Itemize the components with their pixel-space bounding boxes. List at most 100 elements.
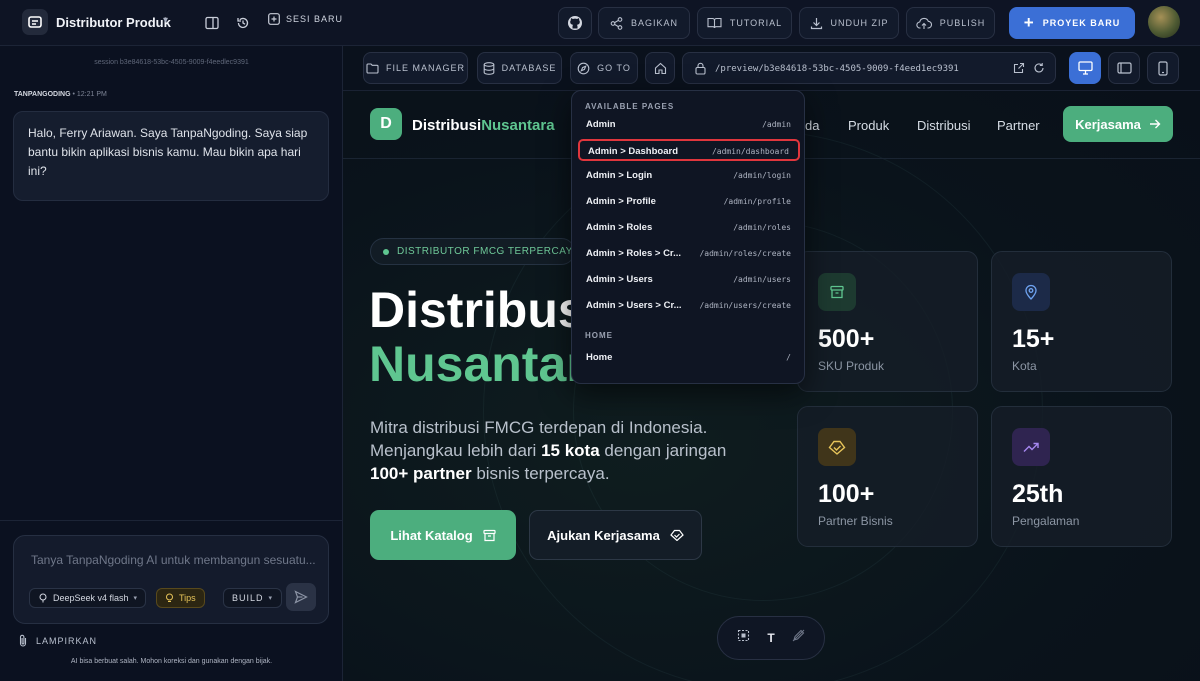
page-option[interactable]: Admin/admin [578, 114, 800, 136]
page-option-path: /admin/users [733, 275, 791, 284]
view-catalog-label: Lihat Katalog [390, 527, 473, 543]
stat-label: Partner Bisnis [818, 514, 893, 528]
folder-icon [366, 62, 379, 74]
pen-tool-icon[interactable] [792, 629, 805, 647]
publish-label: PUBLISH [939, 18, 986, 28]
apply-partnership-button[interactable]: Ajukan Kerjasama [529, 510, 702, 560]
goto-button[interactable]: GO TO [570, 52, 638, 84]
share-label: BAGIKAN [630, 18, 678, 28]
monitor-icon [1077, 61, 1093, 75]
message-author: TANPANGODING • 12:21 PM [14, 91, 107, 98]
disclaimer: AI bisa berbuat salah. Mohon koreksi dan… [70, 658, 273, 665]
select-element-icon[interactable] [737, 629, 750, 647]
nav-link-produk[interactable]: Produk [848, 118, 889, 133]
tablet-icon [1116, 62, 1132, 74]
mode-label: BUILD [232, 593, 264, 603]
page-option-home[interactable]: Home / [578, 347, 800, 369]
project-title[interactable]: Distributor Produk [56, 15, 171, 30]
page-option-selected[interactable]: Admin > Dashboard/admin/dashboard [578, 139, 800, 161]
home-icon [654, 62, 666, 74]
site-logo[interactable]: D [370, 108, 402, 140]
tips-button[interactable]: Tips [156, 588, 205, 608]
page-option-name: Admin > Roles > Cr... [586, 248, 682, 259]
page-option[interactable]: Admin > Profile/admin/profile [578, 191, 800, 213]
divider [0, 520, 343, 521]
mode-select[interactable]: BUILD ▾ [223, 588, 283, 608]
file-manager-label: FILE MANAGER [385, 63, 465, 73]
page-option[interactable]: Admin > Login/admin/login [578, 165, 800, 187]
chat-panel: session b3e84618-53bc-4505-9009-f4eedlec… [0, 46, 343, 681]
file-manager-button[interactable]: FILE MANAGER [363, 52, 468, 84]
home-button[interactable] [645, 52, 675, 84]
paperclip-icon [19, 634, 27, 647]
url-text: /preview/b3e84618-53bc-4505-9009-f4eed1e… [715, 64, 959, 74]
stat-value: 25th [1012, 480, 1064, 508]
compass-icon [577, 62, 590, 74]
page-option-path: /admin/roles/create [699, 249, 791, 258]
external-link-icon [1013, 62, 1025, 74]
lightbulb-icon [166, 593, 173, 602]
floating-edit-toolbar: T [717, 616, 825, 660]
page-option[interactable]: Admin > Users/admin/users [578, 269, 800, 291]
url-bar[interactable]: /preview/b3e84618-53bc-4505-9009-f4eed1e… [682, 52, 1056, 84]
plus-square-icon [268, 13, 280, 25]
page-option[interactable]: Admin > Roles/admin/roles [578, 217, 800, 239]
page-option-name: Admin > Users > Cr... [586, 300, 682, 311]
attach-button[interactable]: LAMPIRKAN [18, 634, 97, 647]
kerjasama-button[interactable]: Kerjasama [1063, 106, 1173, 142]
send-button[interactable] [286, 583, 316, 611]
new-project-button[interactable]: + PROYEK BARU [1009, 7, 1135, 39]
refresh-icon [1034, 63, 1044, 73]
new-project-label: PROYEK BARU [1042, 18, 1121, 28]
stat-card: 25th Pengalaman [991, 406, 1172, 547]
page-option-name: Admin > Users [586, 274, 653, 285]
chevron-down-icon[interactable]: ▾ [163, 15, 168, 26]
mobile-view-button[interactable] [1147, 52, 1179, 84]
history-icon[interactable] [233, 13, 253, 33]
author-name: TANPANGODING [14, 91, 71, 98]
top-bar: Distributor Produk ▾ SESI BARU BAGIKAN T… [0, 0, 1200, 46]
tutorial-button[interactable]: TUTORIAL [697, 7, 792, 39]
cloud-upload-icon [916, 17, 932, 29]
database-button[interactable]: DATABASE [477, 52, 562, 84]
page-option-path: /admin/roles [733, 223, 791, 232]
share-button[interactable]: BAGIKAN [598, 7, 690, 39]
message-time: • 12:21 PM [72, 91, 107, 98]
nav-link-partner[interactable]: Partner [997, 118, 1040, 133]
page-option[interactable]: Admin > Roles > Cr... /admin/roles/create [578, 243, 800, 265]
github-button[interactable] [558, 7, 592, 39]
stat-card: 100+ Partner Bisnis [797, 406, 978, 547]
sidebar-toggle-icon[interactable] [202, 13, 222, 33]
text-tool-icon[interactable]: T [767, 631, 774, 645]
home-heading: HOME [585, 331, 613, 340]
available-pages-heading: AVAILABLE PAGES [585, 102, 675, 111]
database-label: DATABASE [501, 63, 557, 73]
new-session-button[interactable]: SESI BARU [268, 13, 343, 25]
tips-label: Tips [179, 593, 196, 603]
app-logo[interactable] [22, 9, 48, 35]
desc-part-3: bisnis terpercaya. [471, 464, 610, 483]
view-catalog-button[interactable]: Lihat Katalog [370, 510, 516, 560]
desktop-view-button[interactable] [1069, 52, 1101, 84]
assistant-message: Halo, Ferry Ariawan. Saya TanpaNgoding. … [13, 111, 329, 201]
publish-button[interactable]: PUBLISH [906, 7, 995, 39]
goto-dropdown: AVAILABLE PAGES Admin/admin Admin > Dash… [571, 90, 805, 384]
github-icon [568, 16, 582, 30]
site-brand[interactable]: DistribusiNusantara [412, 117, 555, 134]
desc-bold-2: 100+ partner [370, 464, 472, 483]
tablet-view-button[interactable] [1108, 52, 1140, 84]
page-option-name: Admin > Profile [586, 196, 656, 207]
desc-part-2: dengan jaringan [599, 441, 727, 460]
brand-part-2: Nusantara [481, 117, 555, 134]
page-option[interactable]: Admin > Users > Cr... /admin/users/create [578, 295, 800, 317]
handshake-icon [818, 428, 856, 466]
user-avatar[interactable] [1148, 6, 1180, 38]
nav-link-beranda[interactable]: da [805, 118, 819, 133]
chat-input[interactable]: Tanya TanpaNgoding AI untuk membangun se… [31, 553, 316, 567]
nav-link-distribusi[interactable]: Distribusi [917, 118, 970, 133]
database-icon [483, 61, 495, 75]
download-zip-button[interactable]: UNDUH ZIP [799, 7, 899, 39]
map-pin-icon [1012, 273, 1050, 311]
model-select[interactable]: DeepSeek v4 flash ▾ [29, 588, 147, 608]
tutorial-label: TUTORIAL [729, 18, 783, 28]
